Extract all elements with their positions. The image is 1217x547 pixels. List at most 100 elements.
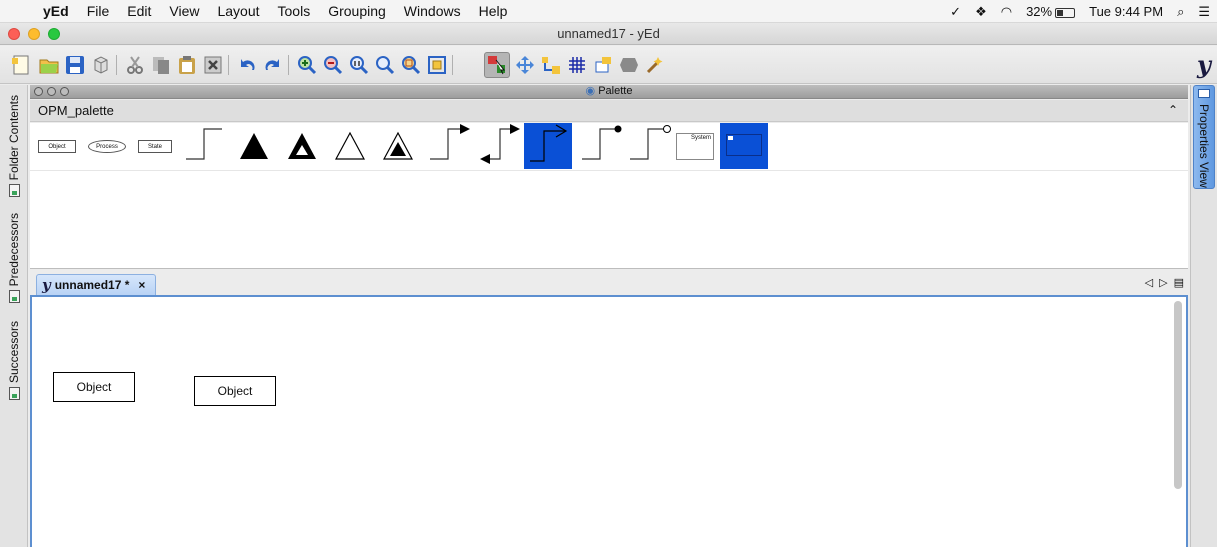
palette-item-state-label: State [147,143,162,150]
instantiation-triangle-icon[interactable] [378,123,418,169]
aggregation-triangle-icon[interactable] [234,123,274,169]
layout-wizard-icon[interactable] [642,52,668,78]
tab-predecessors[interactable]: Predecessors [5,213,23,304]
zoom-fit-icon[interactable] [398,52,424,78]
spotlight-search-icon[interactable]: ⌕ [1170,4,1191,20]
palette-item-agent-edge[interactable] [626,123,676,169]
palette-item-system-label: System [690,135,711,141]
fit-content-icon[interactable] [424,52,450,78]
menu-edit[interactable]: Edit [118,0,160,23]
predecessors-icon [8,290,20,304]
checkmark-circle-icon[interactable]: ✓ [943,4,968,20]
tab-list-icon[interactable]: ▤ [1174,276,1184,289]
group-collapse-icon [728,136,733,140]
zoom-actual-icon[interactable] [346,52,372,78]
right-dock: Properties View [1190,85,1217,547]
tab-scroll-left-icon[interactable]: ◁ [1145,276,1153,289]
copy-icon[interactable] [148,52,174,78]
left-dock: Folder Contents Predecessors Successors [0,85,28,547]
toolbar-separator [116,55,117,75]
palette-section-header[interactable]: OPM_palette ⌃ [30,100,1188,122]
palette-item-open-arrow-edge[interactable] [524,123,572,169]
open-folder-icon[interactable] [36,52,62,78]
menu-windows[interactable]: Windows [395,0,470,23]
graph-canvas[interactable]: Object Object [30,295,1188,547]
palette-item-group-frame [726,134,762,156]
tab-folder-contents-label: Folder Contents [7,95,21,181]
tab-scroll-right-icon[interactable]: ▷ [1159,276,1167,289]
battery-icon [1055,7,1076,18]
dropbox-icon[interactable]: ❖ [968,4,994,20]
window-title-bar: unnamed17 - yEd [0,23,1217,45]
new-document-icon[interactable] [8,52,34,78]
properties-icon [1198,89,1210,99]
3d-box-icon[interactable] [88,52,114,78]
palette-item-object[interactable]: Object [38,140,76,153]
tab-folder-contents[interactable]: Folder Contents [5,95,23,198]
document-tab-name: unnamed17 * [54,278,130,292]
document-tab-bar: y unnamed17 * × ◁ ▷ ▤ [30,272,1188,295]
palette-item-process[interactable]: Process [88,140,126,153]
palette-item-plain-edge[interactable] [182,123,226,169]
palette-item-system[interactable]: System [676,133,714,160]
zoom-in-icon[interactable] [294,52,320,78]
palette-item-object-label: Object [48,143,66,150]
palette-item-instrument-edge[interactable] [578,123,626,169]
toolbar-separator [228,55,229,75]
palette-row-divider [30,170,1188,171]
menu-help[interactable]: Help [470,0,517,23]
toolbar-separator [288,55,289,75]
tab-predecessors-label: Predecessors [7,213,21,287]
undo-icon[interactable] [234,52,260,78]
navigate-mode-icon[interactable] [512,52,538,78]
palette-items: Object Process State System [30,123,1188,269]
main-toolbar: y [0,46,1217,84]
palette-window-title-bar: Palette [30,85,1188,99]
menu-tools[interactable]: Tools [269,0,320,23]
palette-item-directed-edge[interactable] [426,123,474,169]
notification-center-icon[interactable]: ☰ [1191,4,1217,20]
edit-mode-icon[interactable] [484,52,510,78]
palette-section-name: OPM_palette [38,103,114,118]
menu-bar: yEd File Edit View Layout Tools Grouping… [0,0,1217,23]
cut-icon[interactable] [122,52,148,78]
hierarchy-icon[interactable] [538,52,564,78]
successors-icon [8,387,20,401]
collapse-section-icon[interactable]: ⌃ [1168,103,1178,117]
group-icon[interactable] [616,52,642,78]
battery-status[interactable]: 32% [1019,4,1082,19]
redo-icon[interactable] [260,52,286,78]
yed-logo-icon: y [1197,50,1211,79]
paste-icon[interactable] [174,52,200,78]
palette-title: Palette [30,85,1188,98]
menu-grouping[interactable]: Grouping [319,0,395,23]
generalization-triangle-icon[interactable] [330,123,370,169]
tab-successors[interactable]: Successors [5,321,23,401]
graph-node-object[interactable]: Object [53,372,135,402]
menu-file[interactable]: File [78,0,119,23]
node-label: Object [76,380,112,394]
palette-item-bidirectional-edge[interactable] [476,123,524,169]
zoom-selection-icon[interactable] [372,52,398,78]
save-icon[interactable] [62,52,88,78]
close-tab-icon[interactable]: × [138,278,145,292]
tab-successors-label: Successors [7,321,21,384]
graph-node-object[interactable]: Object [194,376,276,406]
tab-properties-view[interactable]: Properties View [1193,85,1215,189]
tab-unnamed17[interactable]: y unnamed17 * × [36,274,156,295]
wifi-icon[interactable]: ◠ [994,4,1019,20]
palette-item-state[interactable]: State [138,140,172,153]
tab-properties-view-label: Properties View [1197,104,1211,188]
delete-icon[interactable] [200,52,226,78]
menu-view[interactable]: View [160,0,208,23]
zoom-out-icon[interactable] [320,52,346,78]
menu-app[interactable]: yEd [34,0,78,23]
menu-layout[interactable]: Layout [208,0,268,23]
window-title: unnamed17 - yEd [557,26,660,41]
clock[interactable]: Tue 9:44 PM [1082,4,1170,19]
palette-item-process-label: Process [96,143,118,150]
label-icon[interactable] [590,52,616,78]
canvas-vertical-scrollbar[interactable] [1174,301,1182,489]
grid-icon[interactable] [564,52,590,78]
exhibition-triangle-icon[interactable] [282,123,322,169]
